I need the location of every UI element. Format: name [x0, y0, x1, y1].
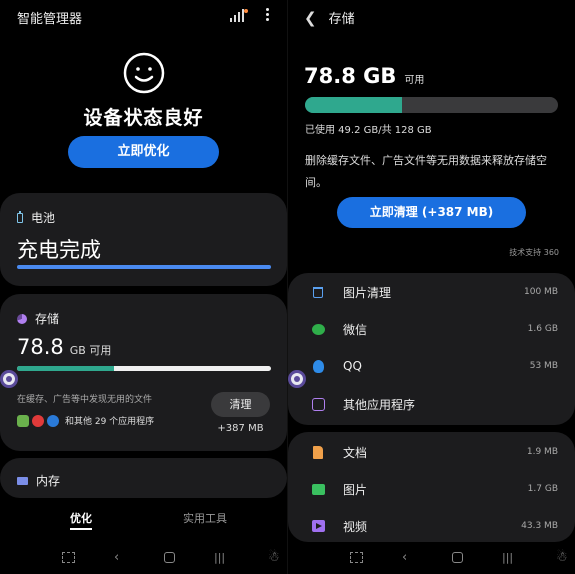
floating-assist-handle[interactable]: [0, 370, 18, 388]
junk-apps-text: 和其他 29 个应用程序: [65, 417, 155, 427]
storage-available-unit: 可用: [404, 75, 425, 86]
list-item-size: 53 MB: [529, 361, 558, 371]
back-nav-icon[interactable]: ‹: [114, 549, 119, 567]
list-item-label: 文档: [343, 445, 368, 460]
screenshot-icon[interactable]: [62, 552, 75, 563]
powered-by-label: 技术支持 360: [509, 248, 559, 257]
storage-usage-fill: [305, 97, 403, 113]
battery-card[interactable]: 电池 充电完成: [0, 193, 287, 286]
list-item[interactable]: 视频 43.3 MB: [288, 516, 575, 536]
list-item-label: 其他应用程序: [343, 397, 416, 412]
recents-nav-icon[interactable]: |||: [502, 549, 513, 567]
list-item-label: 视频: [343, 519, 368, 534]
list-item[interactable]: QQ 53 MB: [288, 356, 575, 376]
list-item-label: QQ: [343, 359, 362, 373]
list-item[interactable]: 文档 1.9 MB: [288, 442, 575, 462]
floating-assist-handle[interactable]: [288, 370, 306, 388]
list-item[interactable]: 微信 1.6 GB: [288, 319, 575, 339]
files-list: 文档 1.9 MB 图片 1.7 GB 视频 43.3 MB: [288, 432, 575, 542]
app-icon-blue: [47, 414, 59, 427]
memory-icon: [17, 476, 28, 485]
image-icon: [311, 482, 325, 496]
back-arrow-icon[interactable]: ❮: [304, 9, 317, 27]
stats-icon[interactable]: [230, 8, 248, 22]
storage-header: 存储: [17, 310, 59, 327]
top-icons: [230, 6, 273, 23]
battery-label: 电池: [31, 211, 56, 225]
clean-size: +387 MB: [217, 423, 264, 434]
list-item[interactable]: 其他应用程序: [288, 394, 575, 414]
battery-icon: [17, 210, 23, 223]
tab-tools[interactable]: 实用工具: [183, 510, 227, 526]
storage-usage-bar: [305, 97, 558, 113]
storage-available-unit: GB 可用: [69, 344, 112, 357]
accessibility-icon[interactable]: ☃: [556, 549, 568, 567]
storage-available-value: 78.8 GB: [304, 64, 397, 88]
junk-found-note: 在缓存、广告等中发现无用的文件: [17, 395, 153, 405]
clean-now-button[interactable]: 立即清理 (+387 MB): [337, 197, 526, 228]
junk-apps-row: 和其他 29 个应用程序: [17, 414, 154, 427]
android-app-icon: [17, 414, 29, 427]
battery-level-bar: [17, 265, 271, 269]
device-care-screen: 智能管理器 设备状态良好 立即优化 电池 充电完成 存储 78.8 GB 可用 …: [0, 0, 287, 574]
list-item-label: 图片: [343, 482, 368, 497]
list-item-size: 1.7 GB: [527, 484, 558, 494]
tab-optimize[interactable]: 优化: [70, 510, 92, 530]
app-title: 智能管理器: [17, 12, 83, 27]
trash-icon: [311, 285, 325, 299]
junk-list: 图片清理 100 MB 微信 1.6 GB QQ 53 MB 其他应用程序: [288, 273, 575, 425]
recents-nav-icon[interactable]: |||: [214, 549, 225, 567]
list-item-label: 图片清理: [343, 285, 392, 300]
storage-page-title: 存储: [328, 12, 355, 27]
smiley-icon: [123, 52, 165, 94]
document-icon: [311, 445, 325, 459]
list-item-size: 100 MB: [524, 287, 558, 297]
list-item-size: 43.3 MB: [521, 521, 558, 531]
device-status-title: 设备状态良好: [83, 107, 204, 129]
storage-available: 78.8 GB 可用: [17, 335, 111, 359]
storage-available: 78.8 GB 可用: [304, 64, 424, 88]
memory-header: 内存: [17, 472, 60, 489]
system-nav-bar: ‹ ||| ☃: [0, 549, 287, 567]
battery-status: 充电完成: [17, 238, 101, 262]
screenshot-icon[interactable]: [350, 552, 363, 563]
storage-description: 删除缓存文件、广告文件等无用数据来释放存储空间。: [305, 154, 547, 189]
storage-available-value: 78.8: [17, 335, 64, 359]
list-item[interactable]: 图片清理 100 MB: [288, 282, 575, 302]
storage-screen: ❮ 存储 78.8 GB 可用 已使用 49.2 GB/共 128 GB 删除缓…: [288, 0, 575, 574]
storage-label: 存储: [35, 312, 60, 326]
list-item[interactable]: 图片 1.7 GB: [288, 479, 575, 499]
app-icon-red: [32, 414, 44, 427]
storage-usage-bar: [17, 366, 271, 371]
home-nav-icon[interactable]: [452, 552, 463, 563]
back-nav-icon[interactable]: ‹: [402, 549, 407, 567]
storage-icon: [17, 313, 27, 324]
accessibility-icon[interactable]: ☃: [268, 549, 280, 567]
system-nav-bar: ‹ ||| ☃: [288, 549, 575, 567]
home-nav-icon[interactable]: [164, 552, 175, 563]
wechat-icon: [311, 322, 325, 336]
list-item-size: 1.6 GB: [527, 324, 558, 334]
storage-usage-fill: [17, 366, 114, 371]
list-item-size: 1.9 MB: [526, 447, 558, 457]
more-options-icon[interactable]: [262, 6, 273, 23]
battery-header: 电池: [17, 209, 55, 226]
optimize-now-button[interactable]: 立即优化: [68, 136, 219, 168]
storage-used-text: 已使用 49.2 GB/共 128 GB: [305, 125, 432, 136]
qq-icon: [311, 359, 325, 373]
storage-header-bar: ❮ 存储: [304, 8, 355, 28]
video-icon: [311, 519, 325, 533]
clean-button[interactable]: 清理: [211, 392, 270, 417]
memory-card[interactable]: 内存: [0, 458, 287, 498]
apps-grid-icon: [311, 397, 325, 411]
memory-label: 内存: [36, 474, 61, 488]
list-item-label: 微信: [343, 322, 368, 337]
